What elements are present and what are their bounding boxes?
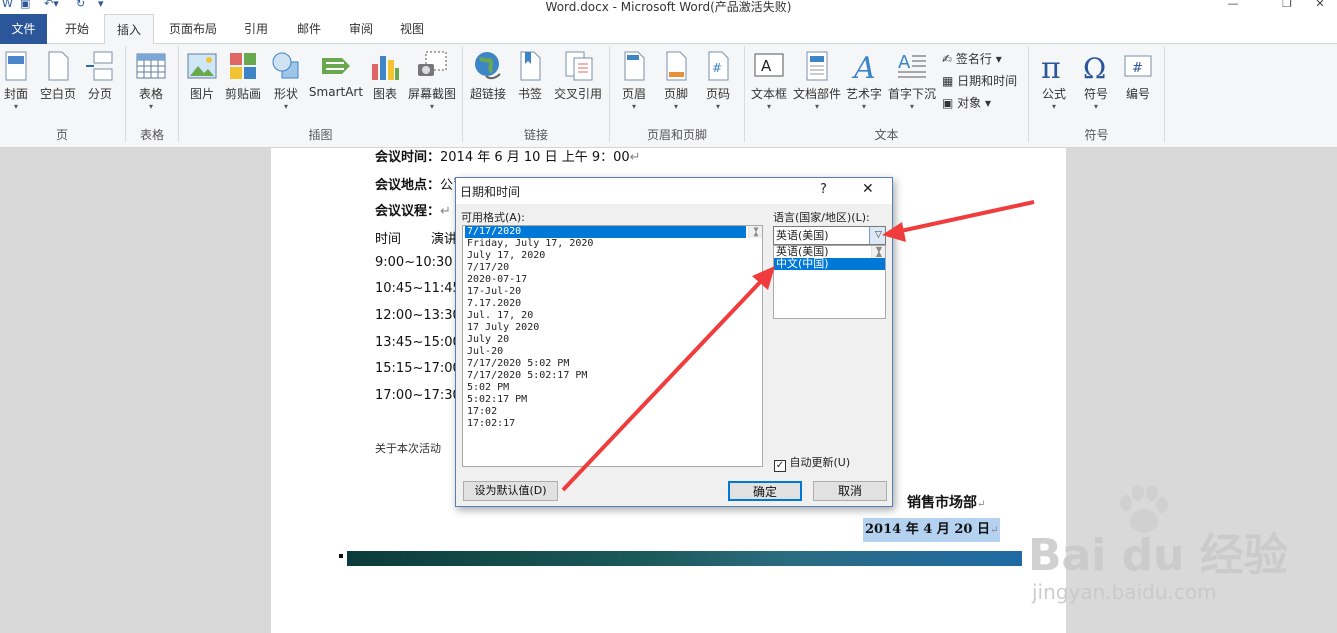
annotation-arrows <box>561 200 1035 492</box>
arrow-to-dropdown <box>895 200 1035 234</box>
arrow-head <box>882 222 906 242</box>
arrow-to-chinese-option <box>561 276 766 492</box>
